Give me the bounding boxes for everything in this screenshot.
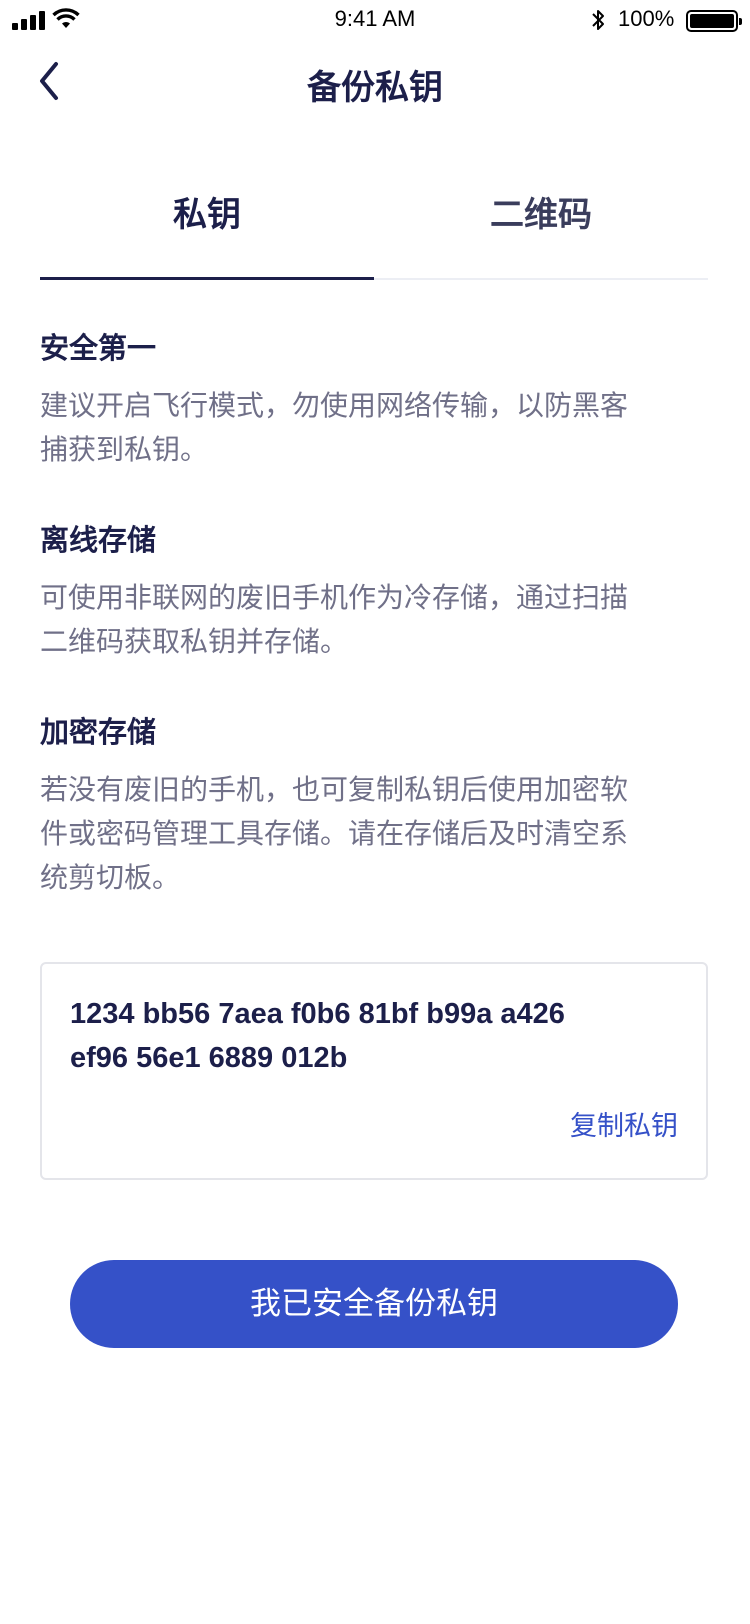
section-title: 安全第一 <box>40 331 157 365</box>
copy-private-key-link[interactable]: 复制私钥 <box>570 1104 678 1143</box>
tab-private-key[interactable]: 私钥 <box>40 190 374 280</box>
private-key-line: ef96 56e1 6889 012b <box>70 1042 348 1074</box>
private-key-line: 1234 bb56 7aea f0b6 81bf b99a a426 <box>70 998 565 1030</box>
section-title: 加密存储 <box>40 715 157 749</box>
bluetooth-icon <box>592 10 604 30</box>
tip-section-encrypted-storage: 加密存储 若没有废旧的手机，也可复制私钥后使用加密软 件或密码管理工具存储。请在… <box>40 712 710 900</box>
status-bar: 9:41 AM 100% <box>0 0 750 40</box>
section-title: 离线存储 <box>40 523 157 557</box>
description-line: 二维码获取私钥并存储。 <box>40 625 349 658</box>
description-line: 统剪切板。 <box>40 861 181 894</box>
tip-section-offline-storage: 离线存储 可使用非联网的废旧手机作为冷存储，通过扫描 二维码获取私钥并存储。 <box>40 520 710 664</box>
description-line: 建议开启飞行模式，勿使用网络传输，以防黑客 <box>40 389 629 422</box>
section-description: 建议开启飞行模式，勿使用网络传输，以防黑客 捕获到私钥。 <box>40 384 710 472</box>
tip-section-security-first: 安全第一 建议开启飞行模式，勿使用网络传输，以防黑客 捕获到私钥。 <box>40 328 710 472</box>
description-line: 可使用非联网的废旧手机作为冷存储，通过扫描 <box>40 581 629 614</box>
section-description: 若没有废旧的手机，也可复制私钥后使用加密软 件或密码管理工具存储。请在存储后及时… <box>40 768 710 900</box>
confirm-backup-button[interactable]: 我已安全备份私钥 <box>70 1260 678 1348</box>
page-title: 备份私钥 <box>307 68 443 108</box>
tab-qr-code[interactable]: 二维码 <box>374 190 708 280</box>
tab-bar: 私钥 二维码 <box>40 190 708 280</box>
battery-percentage: 100% <box>618 6 675 31</box>
private-key-text: 1234 bb56 7aea f0b6 81bf b99a a426 ef96 … <box>70 992 670 1080</box>
private-key-box: 1234 bb56 7aea f0b6 81bf b99a a426 ef96 … <box>40 962 708 1180</box>
section-description: 可使用非联网的废旧手机作为冷存储，通过扫描 二维码获取私钥并存储。 <box>40 576 710 664</box>
description-line: 件或密码管理工具存储。请在存储后及时清空系 <box>40 817 629 850</box>
backup-private-key-screen: 9:41 AM 100% 备份私钥 私钥 二维码 安全第一 建议开启飞行模式，勿… <box>0 0 750 1624</box>
active-tab-indicator <box>40 277 374 280</box>
battery-icon <box>686 10 742 32</box>
description-line: 捕获到私钥。 <box>40 433 209 466</box>
description-line: 若没有废旧的手机，也可复制私钥后使用加密软 <box>40 773 629 806</box>
